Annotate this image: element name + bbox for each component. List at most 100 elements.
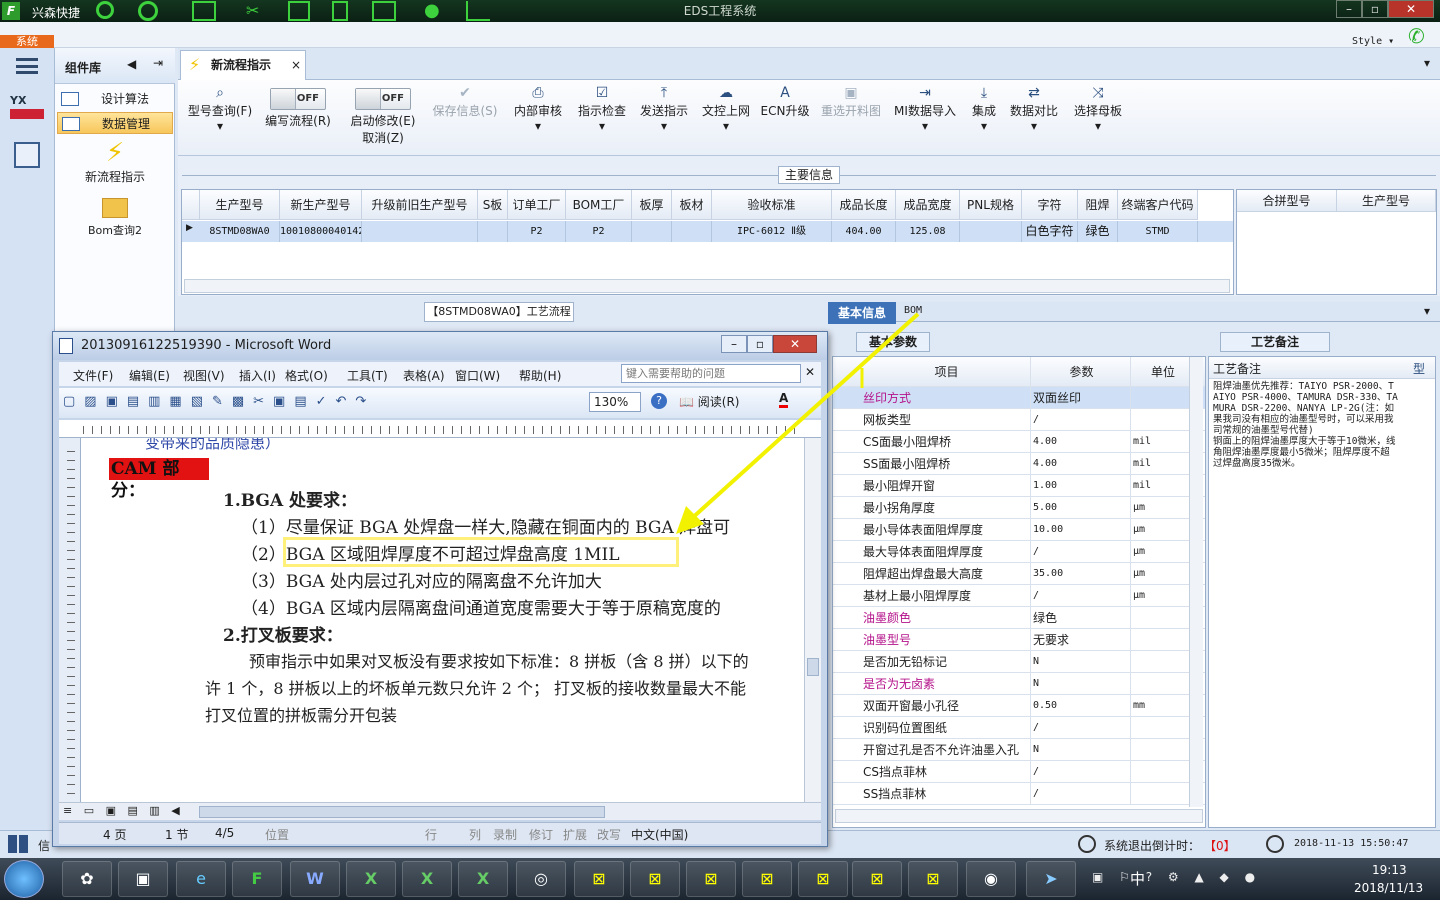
param-value[interactable]: / <box>1031 541 1131 563</box>
grid-col-header[interactable]: 板厚 <box>632 190 672 220</box>
ecn-upgrade-button[interactable]: A ECN升级 <box>758 82 812 152</box>
windows-logo-icon[interactable] <box>8 835 28 853</box>
word-hscroll[interactable]: ≡ ▭ ▣ ▤ ▥ ◀ <box>59 802 821 820</box>
grid-col-header[interactable]: 升级前旧生产型号 <box>362 190 478 220</box>
param-value[interactable]: / <box>1031 761 1131 783</box>
collapse-left-icon[interactable]: ◀ <box>127 57 136 71</box>
param-value[interactable]: 4.00 <box>1031 431 1131 453</box>
grid-cell[interactable]: 10010800040142 <box>280 221 362 242</box>
word-menu-item[interactable]: 窗口(W) <box>455 367 500 384</box>
param-value[interactable]: / <box>1031 409 1131 431</box>
word-menu-item[interactable]: 帮助(H) <box>519 367 561 384</box>
taskbar-window-icon[interactable]: ⊠ <box>852 861 902 897</box>
taskbar-app-shell-icon[interactable]: ✿ <box>62 861 112 897</box>
word-minimize-button[interactable]: – <box>721 335 747 353</box>
word-menu-item[interactable]: 格式(O) <box>285 367 328 384</box>
param-row[interactable]: SS面最小阻焊桥 4.00 mil <box>833 453 1205 475</box>
param-value[interactable]: 绿色 <box>1031 607 1131 629</box>
tab-bom[interactable]: BOM <box>904 305 922 316</box>
grid-cell[interactable]: 8STMD08WA0 <box>200 221 280 242</box>
pin-icon[interactable]: ⇥ <box>153 56 163 70</box>
tab-menu-icon[interactable]: ▾ <box>1424 56 1430 70</box>
horizontal-scrollbar[interactable] <box>184 279 1230 293</box>
grid-cell[interactable] <box>478 221 508 242</box>
param-value[interactable]: N <box>1031 651 1131 673</box>
select-motherboard-button[interactable]: ⤨ 选择母板 ▾ <box>1070 82 1126 152</box>
system-tab[interactable]: 系统 <box>0 35 54 49</box>
param-row[interactable]: 最大导体表面阻焊厚度 / μm <box>833 541 1205 563</box>
integrate-button[interactable]: ⤓ 集成 ▾ <box>964 82 1004 152</box>
word-menu-item[interactable]: 视图(V) <box>183 367 225 384</box>
maximize-button[interactable]: ▫ <box>1362 0 1388 18</box>
param-row[interactable]: 最小拐角厚度 5.00 μm <box>833 497 1205 519</box>
taskbar-ie-icon[interactable]: e <box>176 861 226 897</box>
params-vscroll[interactable] <box>1189 357 1203 807</box>
grid-cell[interactable] <box>672 221 712 242</box>
taskbar-window-icon[interactable]: ⊠ <box>908 861 958 897</box>
tab-close-icon[interactable]: × <box>291 51 301 79</box>
factory-icon[interactable]: YX <box>10 94 44 124</box>
param-value[interactable]: 无要求 <box>1031 629 1131 651</box>
param-row[interactable]: 是否加无铅标记 N <box>833 651 1205 673</box>
word-menu-item[interactable]: 插入(I) <box>239 367 276 384</box>
param-value[interactable]: 35.00 <box>1031 563 1131 585</box>
param-value[interactable]: / <box>1031 783 1131 805</box>
grid-col-header[interactable]: BOM工厂 <box>566 190 632 220</box>
taskbar-app-icon[interactable]: ◉ <box>966 861 1016 897</box>
mi-import-button[interactable]: ⇥ MI数据导入 ▾ <box>892 82 958 152</box>
grid-cell[interactable]: 125.08 <box>896 221 960 242</box>
params-hscroll[interactable] <box>835 809 1203 823</box>
word-maximize-button[interactable]: ▫ <box>747 335 773 353</box>
word-close-button[interactable]: ✕ <box>773 335 817 353</box>
calculator-icon[interactable] <box>14 142 40 168</box>
param-row[interactable]: SS挡点菲林 / <box>833 783 1205 805</box>
taskbar-feather-icon[interactable]: ➤ <box>1026 861 1076 897</box>
param-value[interactable]: 4.00 <box>1031 453 1131 475</box>
grid-cell[interactable]: 白色字符 <box>1022 221 1078 242</box>
param-row[interactable]: 阻焊超出焊盘最大高度 35.00 μm <box>833 563 1205 585</box>
start-button[interactable] <box>4 860 44 898</box>
tray-icons[interactable]: ▣ ⚐ ? ⚙ ▲ ◆ ● <box>1092 870 1261 884</box>
param-row[interactable]: CS挡点菲林 / <box>833 761 1205 783</box>
taskbar-excel-icon[interactable]: X <box>346 861 396 897</box>
help-icon[interactable]: ? <box>651 393 667 409</box>
params-tab[interactable]: 基本参数 <box>856 332 930 352</box>
param-row[interactable]: 最小导体表面阻焊厚度 10.00 μm <box>833 519 1205 541</box>
grid-cell[interactable]: 绿色 <box>1078 221 1118 242</box>
bom-query-item[interactable]: Bom查询2 <box>65 196 165 242</box>
start-modify-toggle[interactable]: OFF 启动修改(E) 取消(Z) <box>344 82 422 152</box>
library-item-design[interactable]: 设计算法 <box>57 88 173 110</box>
param-row[interactable]: 油墨颜色 绿色 <box>833 607 1205 629</box>
grid-col-header[interactable]: 生产型号 <box>200 190 280 220</box>
word-menu-item[interactable]: 文件(F) <box>73 367 113 384</box>
param-row[interactable]: 网板类型 / <box>833 409 1205 431</box>
grid-col-header[interactable]: 终端客户代码 <box>1118 190 1198 220</box>
send-instruction-button[interactable]: ⤒ 发送指示 ▾ <box>634 82 694 152</box>
word-vscroll[interactable] <box>804 438 821 802</box>
grid-col-header[interactable]: 成品长度 <box>832 190 896 220</box>
param-value[interactable]: 0.50 <box>1031 695 1131 717</box>
param-row[interactable]: 双面开窗最小孔径 0.50 mm <box>833 695 1205 717</box>
hamburger-icon[interactable] <box>16 58 38 74</box>
grid-cell[interactable]: IPC-6012 Ⅱ级 <box>712 221 832 242</box>
merge-col-header[interactable]: 生产型号 <box>1337 190 1436 212</box>
grid-cell[interactable] <box>632 221 672 242</box>
param-row[interactable]: 是否为无卤素 N <box>833 673 1205 695</box>
taskbar-save-icon[interactable]: ▣ <box>118 861 168 897</box>
phone-icon[interactable]: ✆ <box>1408 24 1425 48</box>
param-value[interactable]: / <box>1031 717 1131 739</box>
param-row[interactable]: 基材上最小阻焊厚度 / μm <box>833 585 1205 607</box>
model-query-button[interactable]: ⌕ 型号查询(F) ▾ <box>182 82 258 152</box>
taskbar-excel-icon[interactable]: X <box>458 861 508 897</box>
grid-cell[interactable]: P2 <box>508 221 566 242</box>
style-menu[interactable]: Style ▾ <box>1352 36 1394 47</box>
grid-cell[interactable]: STMD <box>1118 221 1198 242</box>
scroll-thumb[interactable] <box>199 806 605 818</box>
taskbar-window-icon[interactable]: ⊠ <box>686 861 736 897</box>
param-row[interactable]: 识别码位置图纸 / <box>833 717 1205 739</box>
taskbar-window-icon[interactable]: ⊠ <box>798 861 848 897</box>
taskbar-excel-icon[interactable]: X <box>402 861 452 897</box>
tab-new-flow[interactable]: ⚡ 新流程指示 × <box>180 50 306 80</box>
param-value[interactable]: 10.00 <box>1031 519 1131 541</box>
help-search-input[interactable]: 键入需要帮助的问题 <box>621 364 801 383</box>
